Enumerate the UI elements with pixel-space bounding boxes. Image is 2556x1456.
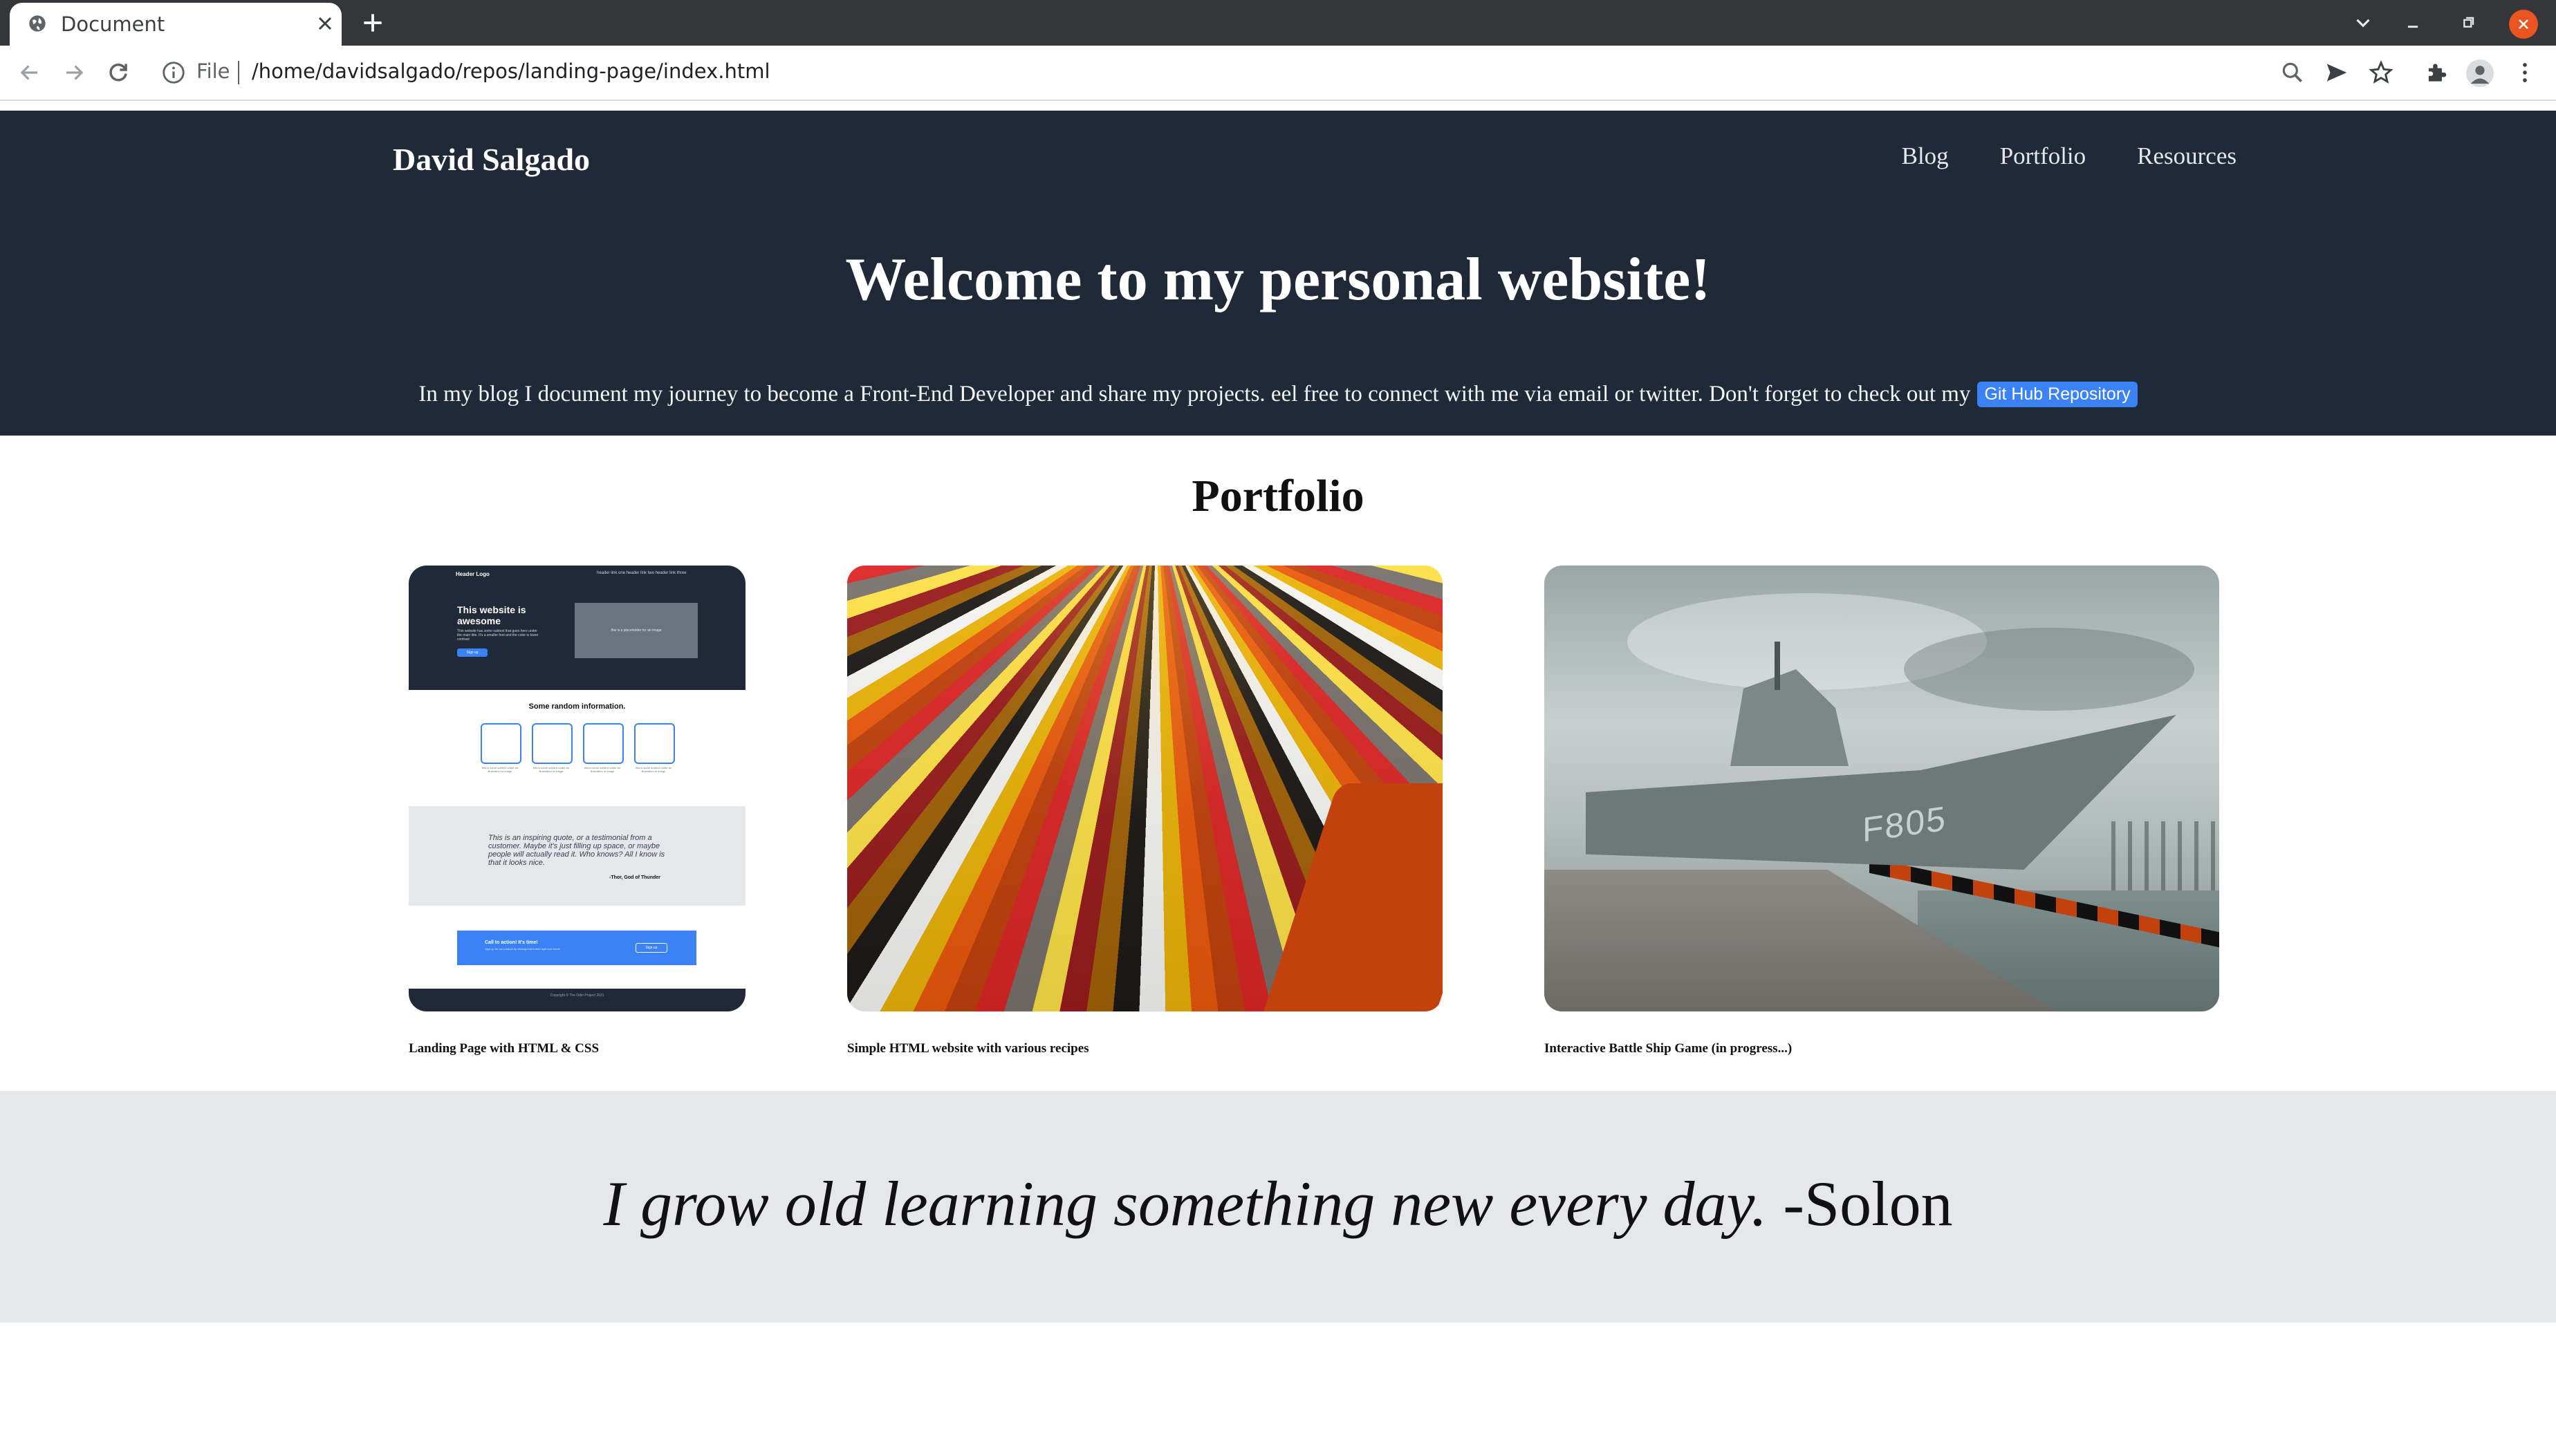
- quote-author: -Solon: [1783, 1168, 1953, 1239]
- send-icon[interactable]: [2324, 59, 2350, 86]
- hero-section: David Salgado Blog Portfolio Resources W…: [0, 111, 2556, 436]
- thumb-logo: Header Logo: [456, 571, 490, 577]
- info-icon[interactable]: [160, 59, 187, 86]
- nav-link-resources[interactable]: Resources: [2137, 142, 2236, 170]
- thumb-cta: Call to action! It's time! Sign up for o…: [457, 931, 696, 965]
- browser-tab[interactable]: Document: [10, 3, 342, 46]
- browser-tabstrip: Document: [0, 0, 2556, 46]
- sky-cloud: [1904, 628, 2194, 711]
- star-icon[interactable]: [2368, 59, 2394, 86]
- thumb-footer: Copyright © The Odin Project 2021: [409, 989, 746, 1011]
- person-icon: [2470, 66, 2490, 84]
- omnibox-scheme-label[interactable]: File: [196, 59, 230, 83]
- tab-title: Document: [61, 12, 165, 36]
- thumb-box: [481, 723, 521, 764]
- omnibox-separator: [238, 61, 239, 84]
- browser-toolbar: File /home/davidsalgado/repos/landing-pa…: [0, 46, 2556, 101]
- thumb-image-placeholder: this is a placeholder for an image: [575, 603, 698, 658]
- window-close-button[interactable]: [2509, 10, 2538, 39]
- thumb-hero-title: This website is awesome: [457, 604, 526, 626]
- portfolio-card-caption-battleship[interactable]: Interactive Battle Ship Game (in progres…: [1544, 1041, 1792, 1056]
- thumb-box-text: this is some subtext under an illustrati…: [584, 766, 621, 773]
- thumb-box: [634, 723, 675, 764]
- hero-intro: In my blog I document my journey to beco…: [0, 382, 2556, 407]
- portfolio-heading: Portfolio: [1192, 471, 1364, 521]
- close-icon: [2519, 19, 2528, 29]
- forward-arrow-icon[interactable]: [61, 59, 87, 86]
- minimize-icon[interactable]: [2401, 11, 2425, 35]
- globe-icon: [29, 15, 46, 32]
- thumb-hero-sub: This website has some subtext that goes …: [457, 629, 539, 642]
- quote: I grow old learning something new every …: [0, 1167, 2556, 1240]
- extensions-icon[interactable]: [2423, 59, 2450, 86]
- thumb-quote-band: This is an inspiring quote, or a testimo…: [409, 806, 746, 906]
- thumb-cta-button: Sign up: [636, 943, 667, 953]
- thumb-quote-author: -Thor, God of Thunder: [609, 875, 660, 880]
- github-repo-button[interactable]: Git Hub Repository: [1977, 382, 2138, 407]
- hero-text: In my blog I document my journey to beco…: [418, 382, 1971, 407]
- profile-avatar[interactable]: [2466, 59, 2494, 87]
- portfolio-card-image-recipes[interactable]: [847, 566, 1443, 1011]
- thumb-box: [532, 723, 573, 764]
- restore-icon[interactable]: [2456, 11, 2480, 35]
- nav-link-blog[interactable]: Blog: [1902, 142, 1949, 170]
- ship-mast: [1775, 642, 1780, 690]
- reload-icon[interactable]: [105, 59, 131, 86]
- omnibox-url[interactable]: /home/davidsalgado/repos/landing-page/in…: [252, 59, 770, 83]
- more-vert-icon[interactable]: [2512, 59, 2538, 86]
- thumb-cta-sub: Sign up for our product by clicking that…: [485, 947, 561, 951]
- back-arrow-icon[interactable]: [17, 59, 43, 86]
- portfolio-card-caption-recipes[interactable]: Simple HTML website with various recipes: [847, 1041, 1089, 1056]
- thumb-cta-title: Call to action! It's time!: [485, 940, 538, 945]
- zoom-icon[interactable]: [2279, 59, 2306, 86]
- thumb-hero: Header Logo header link one header link …: [409, 566, 746, 690]
- close-icon[interactable]: [314, 12, 336, 35]
- portfolio-card-image-battleship[interactable]: F805: [1544, 566, 2219, 1011]
- site-logo[interactable]: David Salgado: [393, 141, 590, 178]
- thumb-quote: This is an inspiring quote, or a testimo…: [488, 834, 665, 867]
- harbor-cranes: [2111, 821, 2215, 890]
- tab-search-chevron-icon[interactable]: [2351, 11, 2375, 35]
- portfolio-card-caption-landing-page[interactable]: Landing Page with HTML & CSS: [409, 1041, 599, 1056]
- thumb-info-title: Some random information.: [528, 702, 626, 711]
- hero-title: Welcome to my personal website!: [845, 246, 1711, 313]
- thumb-box-text: this is some subtext under an illustrati…: [635, 766, 672, 773]
- main-nav: Blog Portfolio Resources: [1902, 142, 2236, 170]
- thumb-box-text: this is some subtext under an illustrati…: [532, 766, 570, 773]
- quote-text: I grow old learning something new every …: [603, 1168, 1768, 1239]
- new-tab-icon[interactable]: [360, 10, 386, 36]
- nav-link-portfolio[interactable]: Portfolio: [2000, 142, 2086, 170]
- thumb-hero-button: Sign up: [457, 648, 488, 657]
- portfolio-card-image-landing-page[interactable]: Header Logo header link one header link …: [409, 566, 746, 1011]
- thumb-box-text: this is some subtext under an illustrati…: [481, 766, 519, 773]
- thumb-nav: header link one header link two header l…: [597, 571, 687, 575]
- quote-section: I grow old learning something new every …: [0, 1091, 2556, 1323]
- thumb-box: [583, 723, 624, 764]
